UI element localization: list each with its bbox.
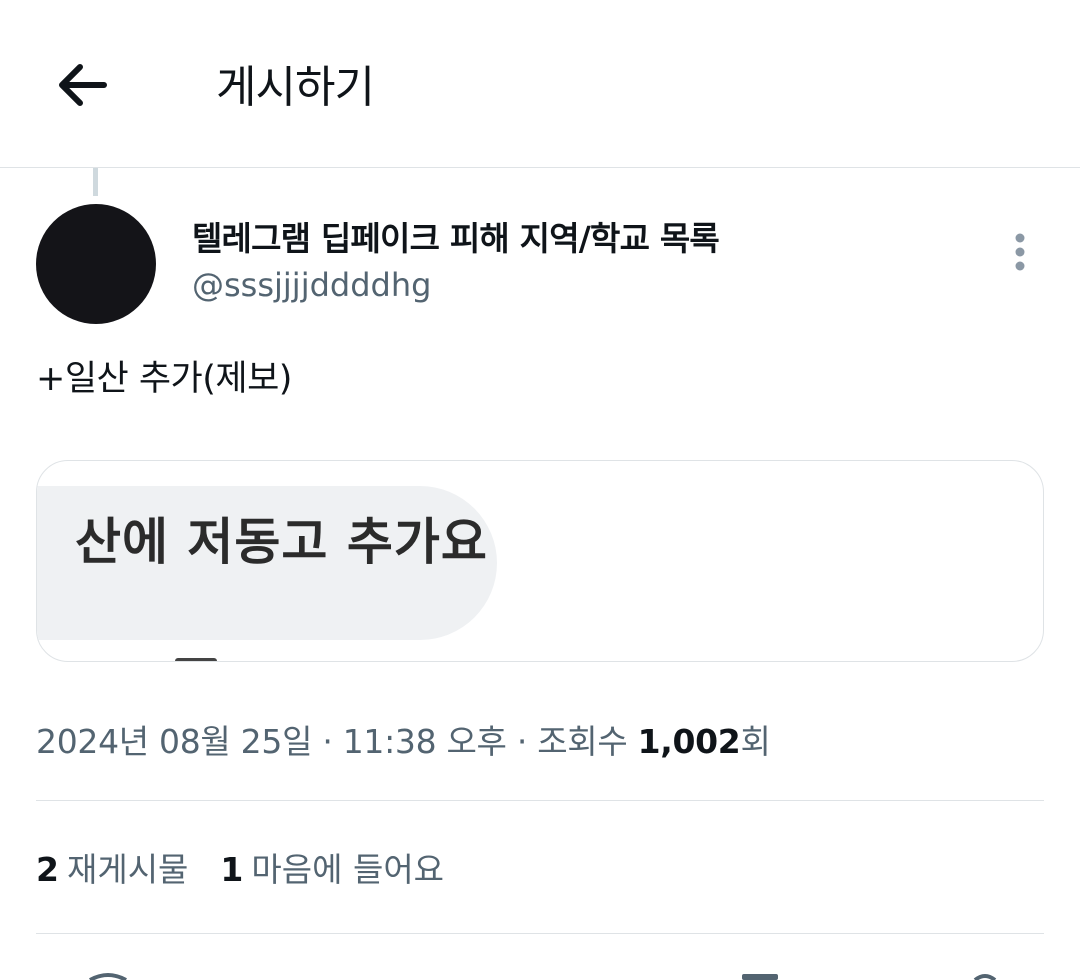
meta-separator: · <box>506 722 538 761</box>
back-arrow-icon[interactable] <box>52 55 116 115</box>
views-label: 조회수 <box>537 722 638 761</box>
views-suffix: 회 <box>740 722 771 761</box>
cropped-image-edge <box>175 658 217 661</box>
thread-connector-line <box>93 168 98 196</box>
divider <box>36 933 1044 934</box>
retweets-stat[interactable]: 2 재게시물 <box>36 845 188 895</box>
likes-count: 1 <box>220 850 244 889</box>
tweet-media-image[interactable]: 산에 저동고 추가요 <box>36 460 1044 662</box>
meta-separator: · <box>312 722 343 761</box>
tweet-text: +일산 추가(제보) <box>36 359 292 399</box>
image-caption-text: 산에 저동고 추가요 <box>75 513 488 571</box>
page-title: 게시하기 <box>216 62 375 113</box>
tweet-metadata: 2024년 08월 25일 · 11:38 오후 · 조회수 1,002회 <box>36 717 771 767</box>
action-bar-partial <box>89 973 997 980</box>
author-handle[interactable]: @sssjjjjddddhg <box>192 263 431 307</box>
likes-stat[interactable]: 1 마음에 들어요 <box>220 845 444 895</box>
tweet-time[interactable]: 11:38 오후 <box>343 722 507 761</box>
tweet-date[interactable]: 2024년 08월 25일 <box>36 722 312 761</box>
retweets-label: 재게시물 <box>66 850 189 889</box>
retweets-count: 2 <box>36 850 59 889</box>
engagement-stats: 2 재게시물 1 마음에 들어요 <box>36 845 476 895</box>
author-display-name[interactable]: 텔레그램 딥페이크 피해 지역/학교 목록 <box>192 216 720 262</box>
top-bar: 게시하기 <box>0 0 1080 168</box>
avatar[interactable] <box>36 204 156 324</box>
likes-label: 마음에 들어요 <box>251 850 445 889</box>
divider <box>36 800 1044 801</box>
views-count: 1,002 <box>637 722 741 761</box>
more-options-icon[interactable] <box>1000 228 1040 276</box>
